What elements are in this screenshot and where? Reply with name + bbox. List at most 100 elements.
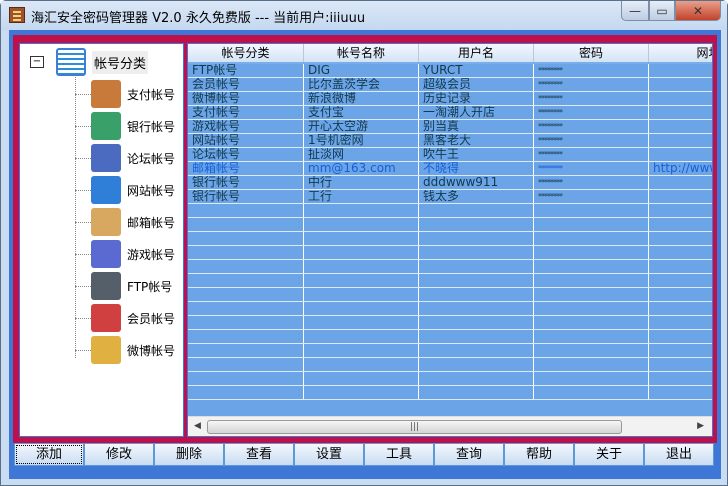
table-row[interactable] (188, 302, 712, 316)
table-cell: 微博帐号 (188, 92, 304, 105)
minimize-button[interactable]: — (621, 1, 649, 21)
table-cell (649, 190, 712, 203)
table-cell (649, 78, 712, 91)
toolbar-button[interactable]: 查看 (224, 443, 294, 466)
table-row[interactable]: 邮箱帐号 mm@163.com 不晓得 ******** http://www (188, 162, 712, 176)
table-cell (188, 204, 304, 217)
table-row[interactable] (188, 246, 712, 260)
table-row[interactable]: 网站帐号 1号机密网 黑客老大 ******** (188, 134, 712, 148)
table-cell (649, 288, 712, 301)
table-row[interactable] (188, 274, 712, 288)
table-row[interactable] (188, 316, 712, 330)
table-cell (649, 218, 712, 231)
table-cell (649, 260, 712, 273)
tree-item[interactable]: 网站帐号 (75, 176, 175, 204)
table-cell (649, 92, 712, 105)
table-row[interactable] (188, 288, 712, 302)
table-cell (419, 204, 534, 217)
table-cell: 历史记录 (419, 92, 534, 105)
table-cell (304, 344, 419, 357)
table-cell: 网站帐号 (188, 134, 304, 147)
maximize-button[interactable]: ▭ (649, 1, 675, 21)
table-cell (304, 246, 419, 259)
tree-item[interactable]: 论坛帐号 (75, 144, 175, 172)
toolbar-button[interactable]: 关于 (574, 443, 644, 466)
toolbar-button[interactable]: 帮助 (504, 443, 574, 466)
table-cell: 一淘潮人开店 (419, 106, 534, 119)
table-cell: YURCT (419, 64, 534, 77)
table-cell (304, 274, 419, 287)
tree-item-label: 银行帐号 (127, 119, 176, 134)
scroll-left-icon[interactable]: ◀ (194, 421, 201, 431)
table-row[interactable] (188, 358, 712, 372)
column-header[interactable]: 网址 (649, 44, 712, 62)
tree-item[interactable]: 微博帐号 (75, 336, 175, 364)
table-row[interactable] (188, 344, 712, 358)
tree-item[interactable]: 邮箱帐号 (75, 208, 175, 236)
table-cell (649, 386, 712, 399)
table-row[interactable]: 会员帐号 比尔盖茨学会 超级会员 ******** (188, 78, 712, 92)
column-header[interactable]: 密码 (534, 44, 649, 62)
table-row[interactable] (188, 372, 712, 386)
table-cell: ******** (534, 120, 649, 133)
network-icon (91, 176, 121, 204)
table-cell (419, 316, 534, 329)
table-cell (304, 302, 419, 315)
column-header[interactable]: 用户名 (419, 44, 534, 62)
tree-item-label: FTP帐号 (127, 279, 173, 294)
table-row[interactable]: 微博帐号 新浪微博 历史记录 ******** (188, 92, 712, 106)
table-cell: http://www (649, 162, 712, 175)
table-cell (304, 358, 419, 371)
table-row[interactable] (188, 204, 712, 218)
table-row[interactable] (188, 218, 712, 232)
toolbar-button[interactable]: 修改 (84, 443, 154, 466)
table-cell (304, 218, 419, 231)
tree-item[interactable]: FTP帐号 (75, 272, 172, 300)
category-tree[interactable]: − 帐号分类 支付帐号银行帐号论坛帐号网站帐号邮箱帐号游戏帐号 FTP帐号会员帐号… (19, 43, 184, 437)
table-row[interactable]: 游戏帐号 开心太空游 别当真 ******** (188, 120, 712, 134)
table-cell: 开心太空游 (304, 120, 419, 133)
table-cell (534, 330, 649, 343)
table-cell (188, 260, 304, 273)
table-row[interactable] (188, 386, 712, 400)
scroll-right-icon[interactable]: ▶ (697, 421, 704, 431)
scroll-thumb[interactable]: ||| (207, 420, 622, 434)
account-table[interactable]: 帐号分类帐号名称用户名密码网址 FTP帐号DIGYURCT********会员帐… (187, 43, 713, 437)
table-row[interactable]: 论坛帐号 扯淡网 吹牛王 ******** (188, 148, 712, 162)
table-cell (534, 386, 649, 399)
tree-item[interactable]: 会员帐号 (75, 304, 175, 332)
table-cell (188, 344, 304, 357)
tree-item[interactable]: 支付帐号 (75, 80, 175, 108)
column-header[interactable]: 帐号分类 (188, 44, 304, 62)
table-cell (649, 148, 712, 161)
toolbar-button[interactable]: 删除 (154, 443, 224, 466)
table-row[interactable] (188, 330, 712, 344)
toolbar-button[interactable]: 添加 (14, 443, 84, 466)
horizontal-scrollbar[interactable]: ◀ ||| ▶ (188, 416, 712, 436)
table-cell (649, 120, 712, 133)
table-cell (304, 330, 419, 343)
table-row[interactable] (188, 260, 712, 274)
table-row[interactable]: 支付帐号 支付宝 一淘潮人开店 ******** (188, 106, 712, 120)
table-cell (649, 372, 712, 385)
close-button[interactable]: ✕ (675, 1, 721, 21)
table-cell: 银行帐号 (188, 176, 304, 189)
table-row[interactable]: 银行帐号 工行 钱太多 ******** (188, 190, 712, 204)
collapse-toggle-icon[interactable]: − (30, 56, 44, 68)
toolbar-button[interactable]: 工具 (364, 443, 434, 466)
toolbar-button[interactable]: 查询 (434, 443, 504, 466)
tree-item[interactable]: 游戏帐号 (75, 240, 175, 268)
table-cell: 扯淡网 (304, 148, 419, 161)
table-cell (188, 218, 304, 231)
table-cell (419, 260, 534, 273)
tree-root[interactable]: − 帐号分类 (30, 48, 149, 76)
table-cell (534, 302, 649, 315)
table-row[interactable]: FTP帐号 DIG YURCT ******** (188, 64, 712, 78)
tree-item[interactable]: 银行帐号 (75, 112, 175, 140)
table-row[interactable]: 银行帐号 中行 dddwww911 ******** (188, 176, 712, 190)
toolbar-button[interactable]: 退出 (644, 443, 714, 466)
column-header[interactable]: 帐号名称 (304, 44, 419, 62)
toolbar-button[interactable]: 设置 (294, 443, 364, 466)
table-row[interactable] (188, 232, 712, 246)
table-cell (419, 246, 534, 259)
